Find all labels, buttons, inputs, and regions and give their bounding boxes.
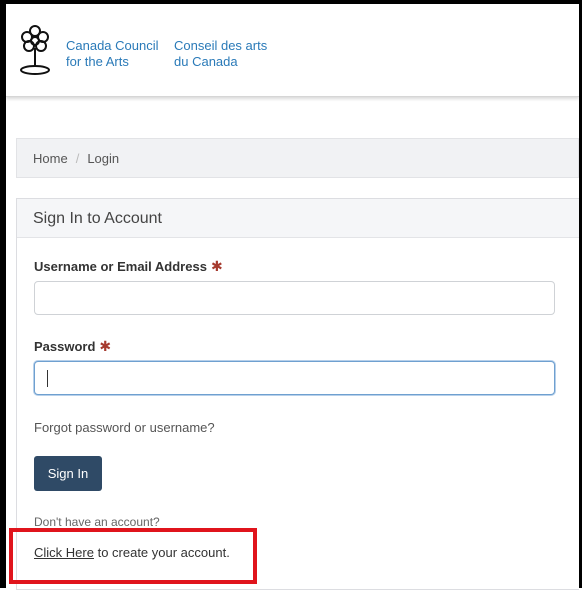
panel-title: Sign In to Account bbox=[17, 199, 579, 238]
breadcrumb-current: Login bbox=[87, 151, 120, 166]
password-input[interactable] bbox=[34, 361, 555, 395]
logo-en-line2: for the Arts bbox=[66, 54, 129, 69]
breadcrumb-home-link[interactable]: Home bbox=[33, 151, 68, 166]
required-asterisk-icon: ✱ bbox=[210, 258, 223, 274]
logo-name-french[interactable]: Conseil des arts du Canada bbox=[174, 38, 294, 70]
username-input[interactable] bbox=[34, 281, 555, 315]
text-caret bbox=[47, 370, 48, 387]
sign-in-button[interactable]: Sign In bbox=[34, 456, 102, 491]
logo-fr-line1: Conseil des arts bbox=[174, 38, 268, 53]
required-asterisk-icon: ✱ bbox=[99, 338, 112, 354]
username-label-text: Username or Email Address bbox=[34, 259, 207, 274]
logo-name-english[interactable]: Canada Council for the Arts bbox=[66, 38, 176, 70]
password-label: Password ✱ bbox=[34, 338, 111, 355]
breadcrumb-separator: / bbox=[75, 151, 80, 166]
breadcrumb: Home / Login bbox=[16, 138, 579, 178]
no-account-text: Don't have an account? bbox=[34, 515, 160, 529]
logo-en-line1: Canada Council bbox=[66, 38, 159, 53]
red-highlight-box bbox=[9, 528, 257, 584]
logo-fr-line2: du Canada bbox=[174, 54, 238, 69]
forgot-password-link[interactable]: Forgot password or username? bbox=[34, 420, 215, 435]
password-label-text: Password bbox=[34, 339, 96, 354]
username-label: Username or Email Address ✱ bbox=[34, 258, 223, 275]
site-header: Canada Council for the Arts Conseil des … bbox=[6, 4, 579, 97]
tree-logo-icon[interactable] bbox=[18, 24, 52, 80]
